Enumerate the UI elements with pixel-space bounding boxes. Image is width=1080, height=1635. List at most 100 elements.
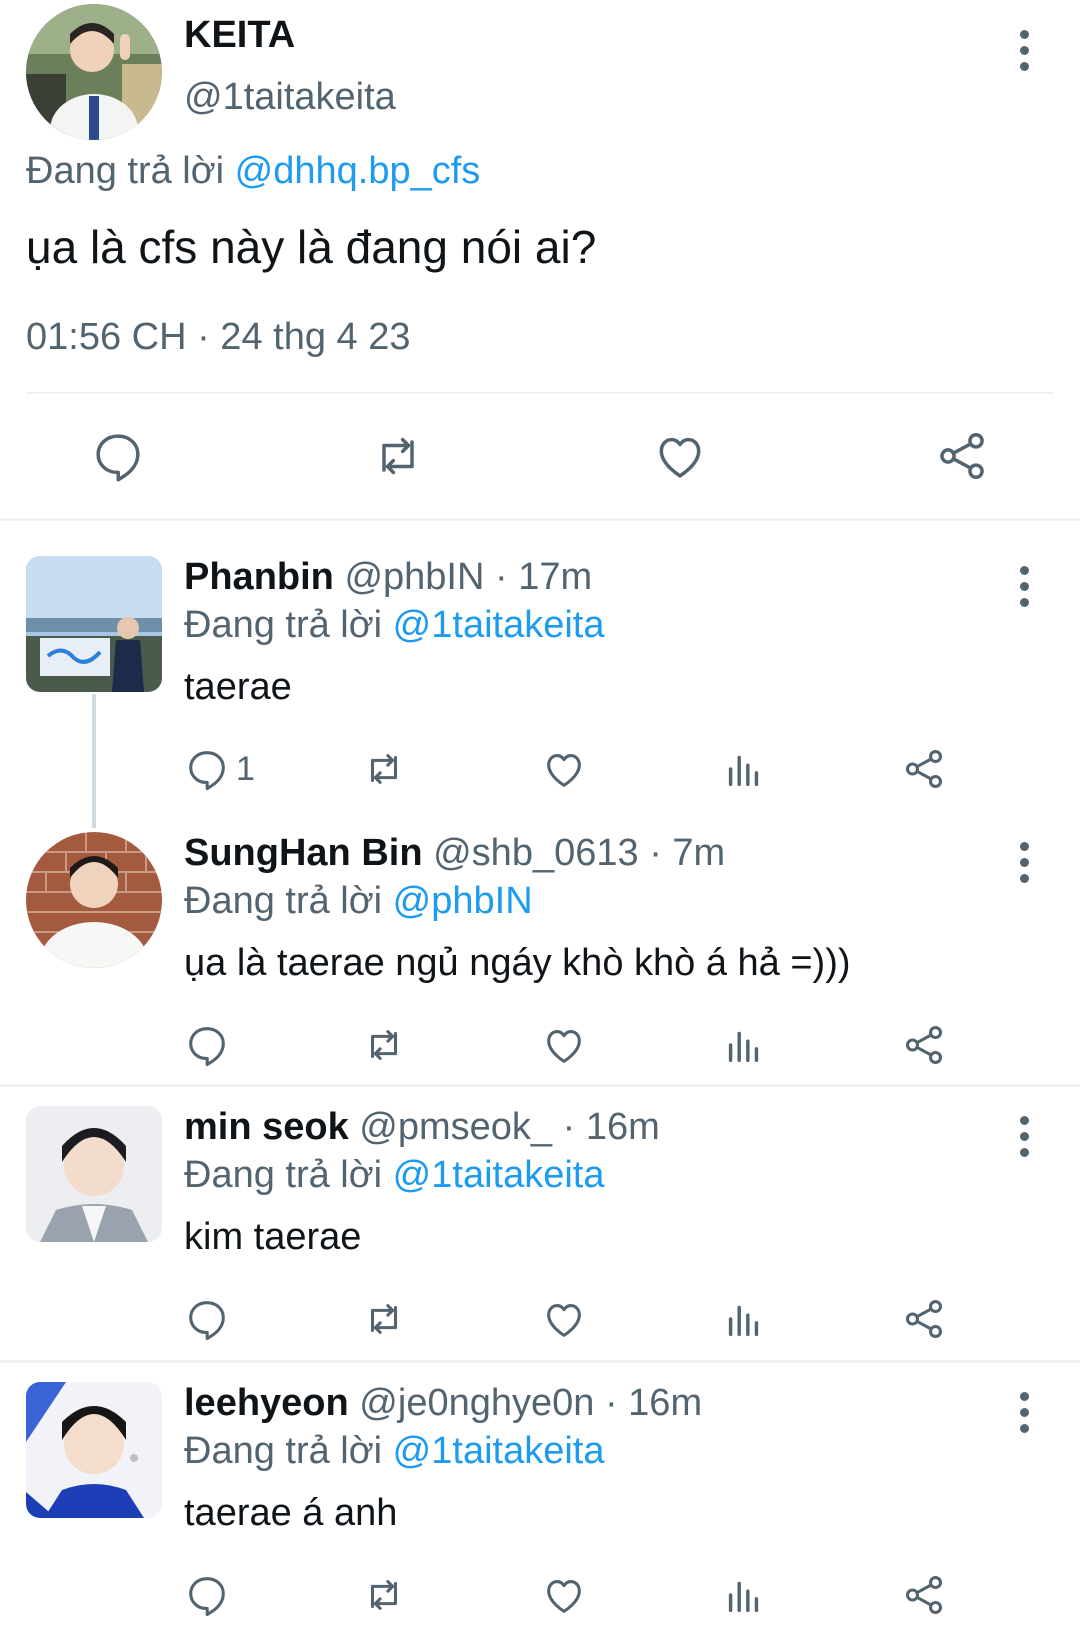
replying-prefix: Đang trả lời bbox=[184, 1154, 383, 1196]
reply-count: 1 bbox=[236, 749, 255, 788]
author-handle[interactable]: @1taitakeita bbox=[184, 76, 396, 119]
analytics-button[interactable] bbox=[721, 1572, 767, 1618]
reply-icon bbox=[189, 1301, 225, 1341]
more-options-icon[interactable] bbox=[1018, 566, 1030, 607]
retweet-icon bbox=[382, 437, 414, 475]
author-name[interactable]: SungHan Bin bbox=[184, 832, 423, 874]
replying-to: Đang trả lời @1taitakeita bbox=[184, 1154, 604, 1197]
more-options-icon[interactable] bbox=[1018, 842, 1030, 883]
retweet-icon bbox=[370, 754, 398, 784]
like-button[interactable] bbox=[652, 428, 708, 484]
share-button[interactable] bbox=[901, 1296, 947, 1342]
reply-text: taerae bbox=[184, 666, 292, 708]
reply-button[interactable] bbox=[90, 428, 146, 484]
author-handle[interactable]: @shb_0613 bbox=[433, 832, 639, 874]
retweet-icon bbox=[370, 1030, 398, 1060]
replying-to-link[interactable]: @phbIN bbox=[393, 880, 533, 922]
analytics-icon bbox=[728, 1031, 759, 1063]
replying-prefix: Đang trả lời bbox=[184, 1430, 383, 1472]
post-time: 17m bbox=[518, 556, 593, 598]
share-button[interactable] bbox=[901, 1022, 947, 1068]
more-options-icon[interactable] bbox=[1018, 1116, 1030, 1157]
author-name[interactable]: KEITA bbox=[184, 14, 295, 57]
reply-tweet[interactable]: Phanbin @phbIN · 17m Đang trả lời @1tait… bbox=[0, 556, 1080, 806]
reply-tweet[interactable]: leehyeon @je0nghye0n · 16m Đang trả lời … bbox=[0, 1382, 1080, 1632]
share-icon bbox=[905, 1300, 943, 1338]
separator: · bbox=[562, 1106, 576, 1148]
reply-icon bbox=[189, 1577, 225, 1617]
reply-icon bbox=[189, 751, 225, 791]
tweet-text: ụa là cfs này là đang nói ai? bbox=[26, 221, 597, 273]
retweet-button[interactable] bbox=[361, 1296, 407, 1342]
share-icon bbox=[905, 1026, 943, 1064]
share-button[interactable] bbox=[901, 1572, 947, 1618]
replying-prefix: Đang trả lời bbox=[26, 150, 225, 192]
avatar[interactable] bbox=[26, 1106, 162, 1242]
author-handle[interactable]: @je0nghye0n bbox=[359, 1382, 594, 1424]
like-button[interactable] bbox=[541, 1022, 587, 1068]
reply-button[interactable] bbox=[184, 1296, 230, 1342]
analytics-button[interactable] bbox=[721, 1296, 767, 1342]
like-icon bbox=[659, 437, 701, 478]
avatar[interactable] bbox=[26, 556, 162, 692]
retweet-button[interactable] bbox=[361, 746, 407, 792]
author-handle[interactable]: @phbIN bbox=[344, 556, 484, 598]
reply-header: min seok @pmseok_ · 16m bbox=[184, 1106, 660, 1149]
analytics-button[interactable] bbox=[721, 746, 767, 792]
retweet-button[interactable] bbox=[361, 1572, 407, 1618]
replying-to-link[interactable]: @1taitakeita bbox=[393, 1430, 605, 1472]
section-divider bbox=[0, 1084, 1080, 1087]
more-options-icon[interactable] bbox=[1018, 30, 1030, 71]
like-button[interactable] bbox=[541, 746, 587, 792]
replying-prefix: Đang trả lời bbox=[184, 880, 383, 922]
author-name[interactable]: Phanbin bbox=[184, 556, 334, 598]
like-button[interactable] bbox=[541, 1296, 587, 1342]
retweet-button[interactable] bbox=[370, 428, 426, 484]
like-icon bbox=[547, 754, 581, 787]
main-tweet: KEITA @1taitakeita Đang trả lời @dhhq.bp… bbox=[0, 0, 1080, 522]
like-icon bbox=[547, 1030, 581, 1063]
like-button[interactable] bbox=[541, 1572, 587, 1618]
post-time: 16m bbox=[585, 1106, 660, 1148]
like-icon bbox=[547, 1580, 581, 1613]
replying-to-link[interactable]: @dhhq.bp_cfs bbox=[235, 150, 481, 192]
divider bbox=[26, 392, 1054, 394]
reply-tweet[interactable]: min seok @pmseok_ · 16m Đang trả lời @1t… bbox=[0, 1106, 1080, 1356]
author-handle[interactable]: @pmseok_ bbox=[359, 1106, 552, 1148]
reply-button[interactable] bbox=[184, 1572, 230, 1618]
share-button[interactable] bbox=[934, 428, 990, 484]
reply-button[interactable]: 1 bbox=[184, 746, 255, 792]
reply-button[interactable] bbox=[184, 1022, 230, 1068]
post-time: 16m bbox=[628, 1382, 703, 1424]
retweet-button[interactable] bbox=[361, 1022, 407, 1068]
reply-text: kim taerae bbox=[184, 1216, 362, 1258]
like-icon bbox=[547, 1304, 581, 1337]
analytics-icon bbox=[728, 1581, 759, 1613]
section-divider bbox=[0, 518, 1080, 521]
avatar[interactable] bbox=[26, 1382, 162, 1518]
avatar[interactable] bbox=[26, 4, 162, 140]
share-button[interactable] bbox=[901, 746, 947, 792]
tweet-timestamp[interactable]: 01:56 CH · 24 thg 4 23 bbox=[26, 316, 410, 359]
author-name[interactable]: leehyeon bbox=[184, 1382, 349, 1424]
replying-to-link[interactable]: @1taitakeita bbox=[393, 604, 605, 646]
share-icon bbox=[940, 433, 984, 479]
reply-tweet[interactable]: SungHan Bin @shb_0613 · 7m Đang trả lời … bbox=[0, 832, 1080, 1082]
author-name[interactable]: min seok bbox=[184, 1106, 349, 1148]
replying-to-link[interactable]: @1taitakeita bbox=[393, 1154, 605, 1196]
analytics-icon bbox=[728, 1305, 759, 1337]
post-time: 7m bbox=[672, 832, 726, 874]
replying-to: Đang trả lời @phbIN bbox=[184, 880, 533, 923]
reply-icon bbox=[189, 1027, 225, 1067]
analytics-button[interactable] bbox=[721, 1022, 767, 1068]
reply-header: Phanbin @phbIN · 17m bbox=[184, 556, 592, 599]
reply-text: taerae á anh bbox=[184, 1492, 398, 1534]
avatar[interactable] bbox=[26, 832, 162, 968]
more-options-icon[interactable] bbox=[1018, 1392, 1030, 1433]
replying-to: Đang trả lời @1taitakeita bbox=[184, 604, 604, 647]
share-icon bbox=[905, 1576, 943, 1614]
reply-icon bbox=[96, 434, 140, 482]
separator: · bbox=[495, 556, 508, 598]
reply-header: SungHan Bin @shb_0613 · 7m bbox=[184, 832, 725, 875]
separator: · bbox=[604, 1382, 618, 1424]
